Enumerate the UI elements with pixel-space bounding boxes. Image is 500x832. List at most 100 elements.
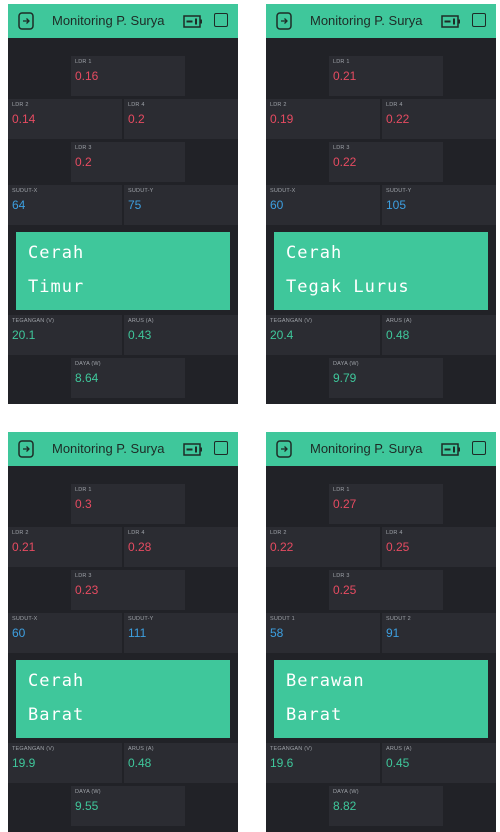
current-label: ARUS (A): [128, 746, 154, 752]
angle-y-widget[interactable]: SUDUT-Y 75: [124, 185, 238, 225]
battery-icon[interactable]: [183, 15, 203, 28]
ldr1-label: LDR 1: [333, 487, 350, 493]
square-icon[interactable]: [214, 13, 228, 27]
voltage-value: 19.9: [12, 756, 36, 770]
square-icon[interactable]: [214, 441, 228, 455]
lcd-display[interactable]: Cerah Tegak Lurus: [274, 232, 488, 310]
ldr2-value: 0.22: [270, 540, 294, 554]
angle-y-widget[interactable]: SUDUT-Y 111: [124, 613, 238, 653]
ldr3-label: LDR 3: [333, 573, 350, 579]
ldr4-widget[interactable]: LDR 4 0.25: [382, 527, 496, 567]
current-label: ARUS (A): [386, 746, 412, 752]
exit-icon[interactable]: [276, 12, 292, 30]
angle-x-widget[interactable]: SUDUT-X 60: [266, 185, 380, 225]
exit-icon[interactable]: [276, 440, 292, 458]
ldr4-label: LDR 4: [128, 530, 145, 536]
lcd-display[interactable]: Berawan Barat: [274, 660, 488, 738]
square-icon[interactable]: [472, 13, 486, 27]
ldr4-widget[interactable]: LDR 4 0.2: [124, 99, 238, 139]
voltage-label: TEGANGAN (V): [270, 746, 313, 752]
voltage-widget[interactable]: TEGANGAN (V) 20.4: [266, 315, 380, 355]
power-value: 9.55: [75, 799, 99, 813]
lcd-display[interactable]: Cerah Timur: [16, 232, 230, 310]
power-widget[interactable]: DAYA (W) 9.79: [329, 358, 443, 398]
app-screen-2: Monitoring P. Surya LDR 1 0.21 LDR 2 0.1…: [266, 4, 496, 404]
ldr1-widget[interactable]: LDR 1 0.27: [329, 484, 443, 524]
current-value: 0.45: [386, 756, 410, 770]
ldr3-widget[interactable]: LDR 3 0.25: [329, 570, 443, 610]
angle-y-value: 105: [386, 198, 407, 212]
angle-y-label: SUDUT-Y: [386, 188, 412, 194]
angle-x-value: 58: [270, 626, 284, 640]
ldr2-widget[interactable]: LDR 2 0.14: [8, 99, 122, 139]
ldr3-widget[interactable]: LDR 3 0.2: [71, 142, 185, 182]
angle-y-widget[interactable]: SUDUT 2 91: [382, 613, 496, 653]
angle-x-widget[interactable]: SUDUT-X 60: [8, 613, 122, 653]
ldr2-label: LDR 2: [270, 102, 287, 108]
ldr4-widget[interactable]: LDR 4 0.22: [382, 99, 496, 139]
power-value: 8.82: [333, 799, 357, 813]
current-value: 0.48: [128, 756, 152, 770]
angle-y-value: 91: [386, 626, 400, 640]
ldr2-widget[interactable]: LDR 2 0.22: [266, 527, 380, 567]
power-label: DAYA (W): [333, 789, 359, 795]
lcd-line-2: Tegak Lurus: [286, 277, 410, 297]
current-label: ARUS (A): [128, 318, 154, 324]
angle-y-label: SUDUT 2: [386, 616, 411, 622]
voltage-widget[interactable]: TEGANGAN (V) 20.1: [8, 315, 122, 355]
app-header: Monitoring P. Surya: [266, 432, 496, 466]
power-widget[interactable]: DAYA (W) 8.64: [71, 358, 185, 398]
app-title: Monitoring P. Surya: [310, 441, 423, 456]
angle-x-widget[interactable]: SUDUT 1 58: [266, 613, 380, 653]
current-value: 0.43: [128, 328, 152, 342]
ldr3-value: 0.2: [75, 155, 92, 169]
lcd-line-2: Barat: [28, 705, 85, 725]
voltage-widget[interactable]: TEGANGAN (V) 19.9: [8, 743, 122, 783]
angle-y-label: SUDUT-Y: [128, 616, 154, 622]
battery-icon[interactable]: [441, 443, 461, 456]
ldr2-label: LDR 2: [12, 102, 29, 108]
ldr2-value: 0.21: [12, 540, 36, 554]
power-widget[interactable]: DAYA (W) 9.55: [71, 786, 185, 826]
ldr3-widget[interactable]: LDR 3 0.23: [71, 570, 185, 610]
voltage-widget[interactable]: TEGANGAN (V) 19.6: [266, 743, 380, 783]
ldr3-value: 0.25: [333, 583, 357, 597]
battery-icon[interactable]: [441, 15, 461, 28]
power-value: 8.64: [75, 371, 99, 385]
battery-icon[interactable]: [183, 443, 203, 456]
current-widget[interactable]: ARUS (A) 0.45: [382, 743, 496, 783]
app-header: Monitoring P. Surya: [8, 4, 238, 38]
voltage-value: 20.1: [12, 328, 36, 342]
ldr2-widget[interactable]: LDR 2 0.21: [8, 527, 122, 567]
current-widget[interactable]: ARUS (A) 0.48: [124, 743, 238, 783]
current-widget[interactable]: ARUS (A) 0.43: [124, 315, 238, 355]
ldr1-widget[interactable]: LDR 1 0.16: [71, 56, 185, 96]
ldr1-label: LDR 1: [333, 59, 350, 65]
square-icon[interactable]: [472, 441, 486, 455]
ldr3-value: 0.22: [333, 155, 357, 169]
angle-x-label: SUDUT-X: [12, 188, 38, 194]
ldr3-label: LDR 3: [333, 145, 350, 151]
power-widget[interactable]: DAYA (W) 8.82: [329, 786, 443, 826]
voltage-label: TEGANGAN (V): [12, 318, 55, 324]
angle-y-widget[interactable]: SUDUT-Y 105: [382, 185, 496, 225]
ldr3-widget[interactable]: LDR 3 0.22: [329, 142, 443, 182]
lcd-line-2: Timur: [28, 277, 85, 297]
ldr1-widget[interactable]: LDR 1 0.21: [329, 56, 443, 96]
ldr1-widget[interactable]: LDR 1 0.3: [71, 484, 185, 524]
app-title: Monitoring P. Surya: [52, 441, 165, 456]
ldr3-label: LDR 3: [75, 573, 92, 579]
ldr2-value: 0.14: [12, 112, 36, 126]
exit-icon[interactable]: [18, 440, 34, 458]
lcd-line-2: Barat: [286, 705, 343, 725]
exit-icon[interactable]: [18, 12, 34, 30]
power-value: 9.79: [333, 371, 357, 385]
angle-x-label: SUDUT-X: [12, 616, 38, 622]
lcd-display[interactable]: Cerah Barat: [16, 660, 230, 738]
ldr2-widget[interactable]: LDR 2 0.19: [266, 99, 380, 139]
ldr4-widget[interactable]: LDR 4 0.28: [124, 527, 238, 567]
angle-x-widget[interactable]: SUDUT-X 64: [8, 185, 122, 225]
current-widget[interactable]: ARUS (A) 0.48: [382, 315, 496, 355]
app-screen-1: Monitoring P. Surya LDR 1 0.16 LDR 2 0.1…: [8, 4, 238, 404]
power-label: DAYA (W): [75, 361, 101, 367]
